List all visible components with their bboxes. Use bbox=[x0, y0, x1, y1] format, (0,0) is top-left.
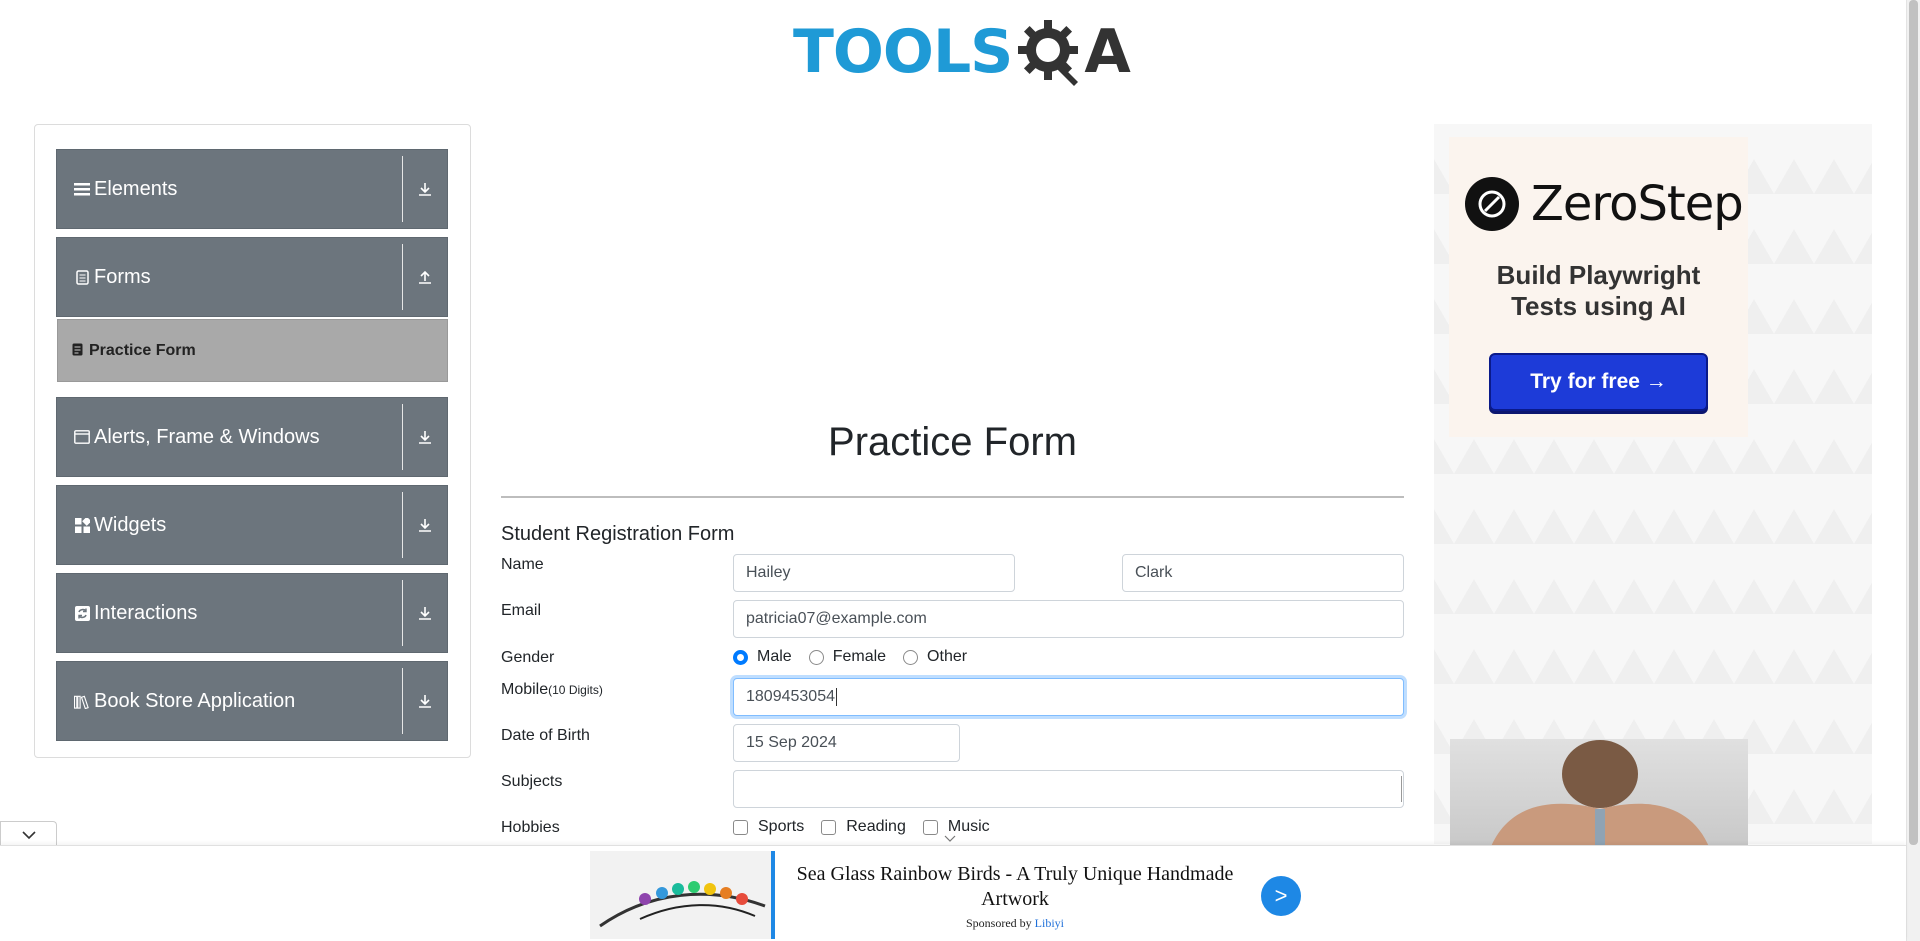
hobbies-label: Hobbies bbox=[501, 819, 560, 836]
sidebar-group-elements[interactable]: Elements bbox=[56, 149, 448, 229]
checkbox-sports[interactable] bbox=[733, 819, 748, 835]
sidebar-group-label: Alerts, Frame & Windows bbox=[94, 425, 320, 448]
sidebar-group-label: Interactions bbox=[94, 601, 198, 624]
dob-input[interactable]: 15 Sep 2024 bbox=[733, 724, 960, 762]
form-icon bbox=[72, 343, 83, 359]
bottom-ad-title[interactable]: Sea Glass Rainbow Birds - A Truly Unique… bbox=[780, 862, 1250, 912]
radio-label: Female bbox=[832, 648, 887, 665]
sidebar-group-label: Widgets bbox=[94, 513, 167, 536]
sidebar-menu: Elements Forms Practice Form Alerts, Fra… bbox=[34, 124, 471, 758]
name-label: Name bbox=[501, 556, 544, 573]
sidebar-group-forms[interactable]: Forms bbox=[56, 237, 448, 317]
gender-option-female[interactable]: Female bbox=[808, 648, 887, 666]
last-name-input[interactable]: Clark bbox=[1122, 554, 1404, 592]
rainbow-birds-ad-image[interactable] bbox=[590, 851, 771, 939]
upload-arrow-icon[interactable] bbox=[403, 269, 447, 285]
document-icon bbox=[74, 269, 90, 285]
mobile-hint: (10 Digits) bbox=[548, 683, 603, 697]
sidebar-group-label: Forms bbox=[94, 265, 151, 288]
window-icon bbox=[74, 429, 90, 445]
sidebar-group-label: Book Store Application bbox=[94, 689, 296, 712]
zerostep-tagline: Build Playwright Tests using AI bbox=[1449, 260, 1748, 322]
tagline-line-1: Build Playwright bbox=[1496, 260, 1701, 290]
mobile-value: 1809453054 bbox=[746, 688, 835, 705]
checkbox-label: Reading bbox=[846, 818, 906, 835]
top-ad-placeholder bbox=[501, 124, 1404, 384]
email-input[interactable]: patricia07@example.com bbox=[733, 600, 1404, 638]
zerostep-logo-icon bbox=[1465, 177, 1519, 231]
bottom-ad-go-button[interactable]: > bbox=[1261, 876, 1301, 916]
gender-option-male[interactable]: Male bbox=[733, 648, 792, 666]
checkbox-label: Music bbox=[947, 818, 990, 835]
page-scrollbar[interactable] bbox=[1906, 0, 1920, 941]
download-arrow-icon[interactable] bbox=[403, 517, 447, 533]
mobile-input[interactable]: 1809453054 bbox=[733, 678, 1404, 716]
download-arrow-icon[interactable] bbox=[403, 429, 447, 445]
hamburger-icon bbox=[74, 181, 90, 197]
checkbox-music[interactable] bbox=[922, 819, 938, 835]
download-arrow-icon[interactable] bbox=[403, 693, 447, 709]
logo-text: TOOLS bbox=[793, 17, 1013, 87]
radio-label: Other bbox=[927, 648, 968, 665]
bottom-ad-sponsor: Sponsored by Libiyi bbox=[780, 916, 1250, 931]
sidebar-group-book-store[interactable]: Book Store Application bbox=[56, 661, 448, 741]
gender-option-other[interactable]: Other bbox=[903, 648, 967, 666]
chevron-down-icon bbox=[944, 835, 956, 842]
mobile-label-text: Mobile bbox=[501, 681, 549, 698]
mobile-label: Mobile(10 Digits) bbox=[501, 681, 603, 699]
sidebar-item-practice-form[interactable]: Practice Form bbox=[57, 319, 448, 382]
subjects-label: Subjects bbox=[501, 773, 563, 790]
radio-male[interactable] bbox=[733, 649, 748, 665]
sidebar-item-label: Practice Form bbox=[89, 341, 196, 359]
zerostep-brand: ZeroStep bbox=[1531, 176, 1744, 232]
first-name-input[interactable]: Hailey bbox=[733, 554, 1015, 592]
hobbies-checkbox-group: Sports Reading Music bbox=[733, 818, 1007, 836]
hobby-option-reading[interactable]: Reading bbox=[821, 818, 906, 836]
books-icon bbox=[74, 693, 90, 709]
radio-label: Male bbox=[757, 648, 792, 665]
subjects-input[interactable] bbox=[733, 770, 1404, 808]
toolsqa-logo[interactable]: TOOLS A bbox=[793, 14, 1131, 90]
form-heading: Student Registration Form bbox=[501, 523, 735, 545]
sidebar-group-alerts-frame-windows[interactable]: Alerts, Frame & Windows bbox=[56, 397, 448, 477]
subjects-input-edge bbox=[1401, 776, 1402, 802]
refresh-icon bbox=[74, 605, 90, 621]
logo-a: A bbox=[1084, 17, 1131, 87]
sidebar-group-widgets[interactable]: Widgets bbox=[56, 485, 448, 565]
title-divider bbox=[501, 496, 1404, 498]
radio-other[interactable] bbox=[903, 649, 919, 665]
gear-q-icon bbox=[1018, 20, 1079, 86]
text-caret bbox=[835, 688, 837, 706]
sponsored-by-text: Sponsored by bbox=[965, 916, 1032, 930]
radio-female[interactable] bbox=[808, 649, 824, 665]
logo-qa: A bbox=[1016, 17, 1131, 87]
sponsor-link[interactable]: Libiyi bbox=[1035, 916, 1064, 930]
chevron-down-icon bbox=[21, 830, 36, 839]
gender-radio-group: Male Female Other bbox=[733, 648, 984, 666]
back-pain-ad-image[interactable] bbox=[1450, 739, 1748, 849]
sidebar-group-interactions[interactable]: Interactions bbox=[56, 573, 448, 653]
tagline-line-2: Tests using AI bbox=[1511, 291, 1686, 321]
download-arrow-icon[interactable] bbox=[403, 605, 447, 621]
scrollbar-thumb[interactable] bbox=[1909, 0, 1918, 845]
checkbox-reading[interactable] bbox=[821, 819, 837, 835]
page-title: Practice Form bbox=[828, 420, 1077, 464]
collapse-ad-tab[interactable] bbox=[0, 821, 57, 847]
widgets-icon bbox=[74, 517, 90, 533]
try-for-free-button[interactable]: Try for free → bbox=[1489, 353, 1708, 411]
checkbox-label: Sports bbox=[758, 818, 805, 835]
sidebar-group-label: Elements bbox=[94, 177, 178, 200]
hobby-option-music[interactable]: Music bbox=[922, 818, 990, 836]
ad-accent-bar bbox=[771, 851, 775, 939]
download-arrow-icon[interactable] bbox=[403, 181, 447, 197]
hobby-option-sports[interactable]: Sports bbox=[733, 818, 804, 836]
dob-label: Date of Birth bbox=[501, 727, 590, 744]
email-label: Email bbox=[501, 602, 542, 619]
gender-label: Gender bbox=[501, 649, 555, 666]
